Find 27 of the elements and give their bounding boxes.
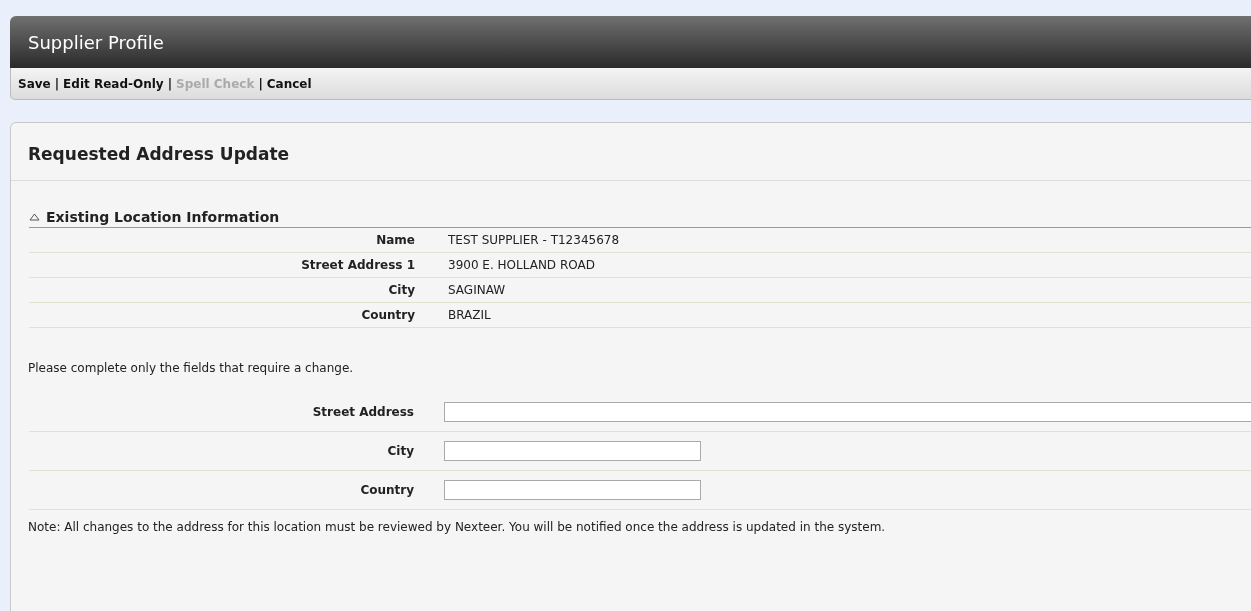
field-label: Name bbox=[375, 233, 415, 247]
input-field[interactable] bbox=[444, 402, 1251, 422]
field-label: City bbox=[386, 444, 414, 458]
toolbar-link[interactable]: Cancel bbox=[266, 76, 312, 91]
field-value: BRAZIL bbox=[448, 308, 492, 322]
section-header[interactable]: Existing Location Information bbox=[29, 209, 1251, 228]
field-label: Country bbox=[359, 483, 414, 497]
field-label: Street Address 1 bbox=[300, 258, 415, 272]
window-title: Supplier Profile bbox=[28, 31, 164, 53]
toolbar-link[interactable]: Edit Read-Only bbox=[63, 76, 164, 91]
separator: | bbox=[258, 76, 263, 91]
field-label: Country bbox=[360, 308, 415, 322]
input-field[interactable] bbox=[444, 480, 701, 500]
triangle-up-icon[interactable] bbox=[29, 213, 40, 221]
note-text: Note: All changes to the address for this location must be reviewed by Nexteer. You will be notified once the address is updated in the system. bbox=[28, 520, 887, 534]
separator: | bbox=[167, 76, 173, 91]
field-value: SAGINAW bbox=[448, 283, 507, 297]
field-value: TEST SUPPLIER - T12345678 bbox=[448, 233, 621, 247]
field-label: City bbox=[387, 283, 415, 297]
field-value: 3900 E. HOLLAND ROAD bbox=[448, 258, 596, 272]
field-label: Street Address bbox=[311, 405, 414, 419]
toolbar-link[interactable]: Save bbox=[18, 76, 51, 91]
panel-title: Requested Address Update bbox=[11, 123, 1251, 181]
input-field[interactable] bbox=[444, 441, 701, 461]
section-title: Existing Location Information bbox=[46, 209, 280, 225]
instructions-text: Please complete only the fields that require a change. bbox=[28, 361, 355, 375]
separator: | bbox=[54, 76, 60, 91]
